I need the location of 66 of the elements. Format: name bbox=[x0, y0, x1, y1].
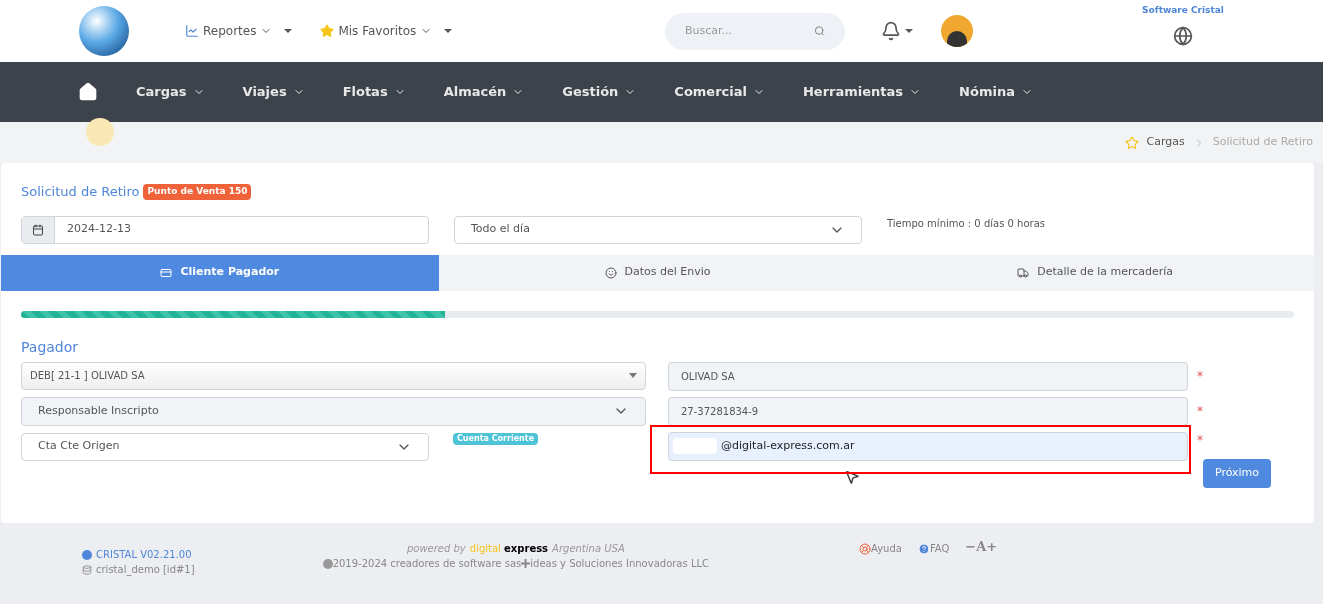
globe-icon[interactable] bbox=[1173, 25, 1193, 46]
menu-dropdown[interactable]: Reportes bbox=[185, 22, 293, 40]
region-text: Argentina USA bbox=[552, 542, 625, 556]
client-select[interactable]: DEB[ 21-1 ] OLIVAD SA bbox=[21, 361, 646, 390]
chart-icon bbox=[185, 24, 199, 38]
plus-icon bbox=[521, 559, 531, 568]
face-icon bbox=[604, 266, 617, 279]
card-icon bbox=[160, 266, 173, 279]
time-select[interactable]: Todo el día bbox=[454, 215, 862, 244]
copyright-text: ideas y Soluciones Innovadoras LLC bbox=[530, 557, 709, 571]
brand-text: Software Cristal bbox=[1142, 4, 1224, 18]
step-tab[interactable]: Detalle de la mercadería bbox=[876, 254, 1314, 291]
star-icon bbox=[1124, 135, 1139, 150]
truck-icon bbox=[1017, 266, 1030, 279]
star-icon bbox=[320, 24, 335, 38]
nav-item[interactable]: Comercial bbox=[674, 82, 765, 102]
section-title: Pagador bbox=[21, 337, 80, 357]
font-size-label: A bbox=[976, 538, 987, 556]
caret-icon bbox=[284, 29, 293, 33]
nav-item[interactable]: Almacén bbox=[443, 82, 525, 102]
required-mark: * bbox=[1196, 403, 1204, 419]
nav-item[interactable]: Viajes bbox=[242, 82, 305, 102]
breadcrumb-link[interactable]: Cargas bbox=[1146, 134, 1185, 151]
lifebuoy-icon bbox=[859, 542, 871, 555]
min-time-text: Tiempo mínimo : 0 días 0 horas bbox=[887, 217, 1045, 231]
step-tab[interactable]: Datos del Envio bbox=[438, 254, 877, 291]
help-icon bbox=[917, 542, 930, 555]
search-input[interactable]: Buscar... bbox=[685, 22, 814, 40]
breadcrumb-current: Solicitud de Retiro bbox=[1212, 134, 1313, 151]
copyright-icon bbox=[322, 558, 333, 569]
account-tag: Cuenta Corriente bbox=[453, 432, 539, 445]
nav-item[interactable]: Flotas bbox=[342, 82, 406, 102]
caret-icon bbox=[905, 29, 913, 33]
calendar-icon bbox=[32, 223, 44, 236]
status-badge: Punto de Venta 150 bbox=[143, 184, 252, 200]
nav-item[interactable]: Herramientas bbox=[803, 82, 922, 102]
email-field[interactable]: @digital-express.com.ar bbox=[668, 431, 1188, 461]
caret-icon bbox=[444, 29, 453, 33]
home-icon[interactable] bbox=[78, 82, 98, 102]
notifications-button[interactable] bbox=[881, 21, 913, 41]
tax-select[interactable]: Responsable Inscripto bbox=[21, 396, 646, 426]
avatar[interactable] bbox=[941, 15, 973, 47]
name-field[interactable]: OLIVAD SA bbox=[668, 361, 1188, 391]
form-title: Solicitud de Retiro bbox=[21, 183, 140, 201]
cursor-icon bbox=[844, 469, 860, 485]
logo-icon[interactable] bbox=[79, 6, 129, 56]
version-text: CRISTAL V02.21.00 bbox=[82, 547, 195, 562]
bell-icon bbox=[881, 21, 901, 41]
caret-icon bbox=[629, 373, 637, 378]
cuit-field[interactable]: 27-37281834-9 bbox=[668, 396, 1188, 426]
database-icon bbox=[82, 564, 92, 575]
search-field[interactable]: Buscar... bbox=[665, 12, 845, 50]
required-mark: * bbox=[1196, 431, 1204, 448]
nav-item[interactable]: Cargas bbox=[136, 82, 205, 102]
database-text: cristal_demo [id#1] bbox=[82, 562, 195, 577]
group-icon bbox=[86, 118, 114, 146]
brand-text: digital express bbox=[469, 542, 549, 556]
search-icon bbox=[813, 25, 825, 37]
nav-item[interactable]: Nómina bbox=[959, 82, 1033, 102]
powered-text: powered by bbox=[406, 542, 466, 556]
menu-dropdown[interactable]: Mis Favoritos bbox=[320, 22, 453, 40]
required-mark: * bbox=[1196, 368, 1204, 384]
copyright-text: 2019-2024 creadores de software sas bbox=[332, 557, 522, 571]
account-select[interactable]: Cta Cte Origen bbox=[21, 432, 429, 461]
nav-item[interactable]: Gestión bbox=[562, 82, 637, 102]
date-field[interactable]: 2024-12-13 bbox=[21, 215, 429, 244]
